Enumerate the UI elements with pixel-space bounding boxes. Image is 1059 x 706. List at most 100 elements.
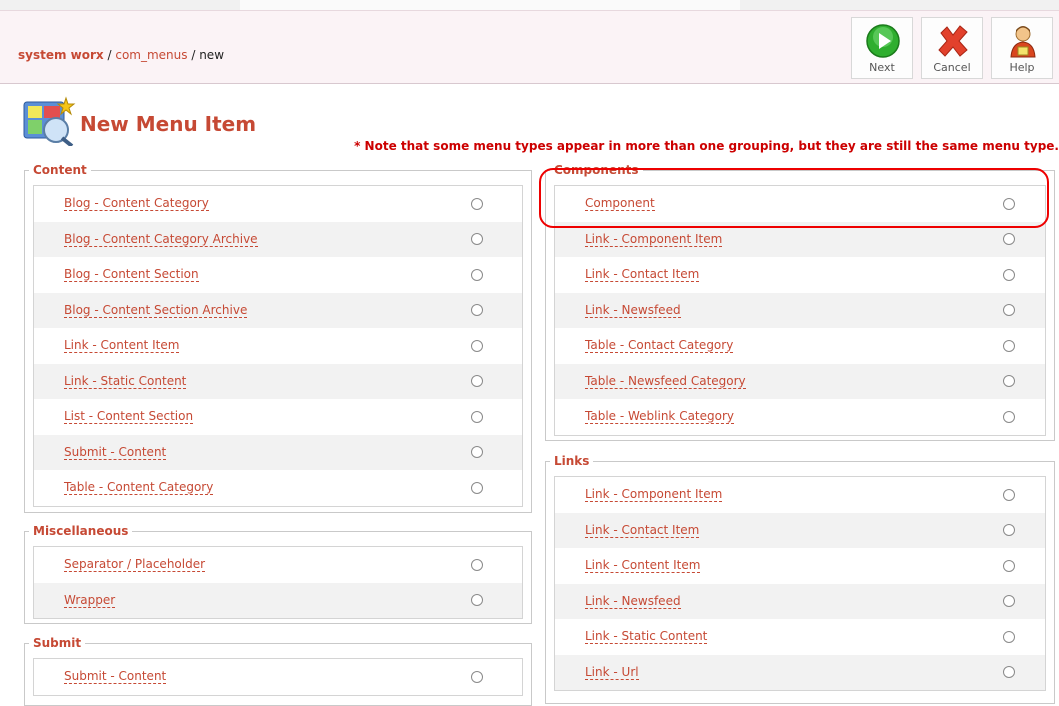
menu-type-radio[interactable] xyxy=(471,558,483,571)
top-strip xyxy=(0,0,1059,10)
menu-type-radio[interactable] xyxy=(1003,197,1015,210)
menu-type-label[interactable]: Link - Content Item xyxy=(64,338,180,354)
menu-type-label[interactable]: Link - Component Item xyxy=(585,487,723,503)
menu-type-radio[interactable] xyxy=(1003,630,1015,643)
menu-type-radio[interactable] xyxy=(471,304,483,317)
menu-type-label[interactable]: Link - Url xyxy=(585,665,639,680)
menu-type-label[interactable]: Table - Weblink Category xyxy=(585,409,735,425)
menu-type-row[interactable]: Link - Newsfeed xyxy=(555,292,1045,328)
breadcrumb-component[interactable]: com_menus xyxy=(115,48,187,62)
breadcrumb-site[interactable]: system worx xyxy=(18,48,104,62)
cancel-label: Cancel xyxy=(933,61,971,74)
next-icon xyxy=(866,24,900,58)
group-content: Content Blog - Content Category Blog - C… xyxy=(24,163,532,513)
menu-type-radio[interactable] xyxy=(471,268,483,281)
menu-type-row[interactable]: Link - Contact Item xyxy=(555,512,1045,548)
group-miscellaneous-list: Separator / Placeholder Wrapper xyxy=(33,546,523,619)
menu-type-radio[interactable] xyxy=(1003,339,1015,352)
menu-type-label[interactable]: Separator / Placeholder xyxy=(64,557,206,573)
menu-type-row[interactable]: Link - Newsfeed xyxy=(555,583,1045,619)
help-label: Help xyxy=(1009,61,1035,74)
menu-type-radio[interactable] xyxy=(471,594,483,607)
menu-type-label[interactable]: Blog - Content Section Archive xyxy=(64,303,248,318)
menu-type-label[interactable]: Table - Content Category xyxy=(64,480,214,496)
menu-type-radio[interactable] xyxy=(471,197,483,210)
menu-type-radio[interactable] xyxy=(471,670,483,683)
group-miscellaneous-legend: Miscellaneous xyxy=(33,524,129,538)
menu-type-radio[interactable] xyxy=(471,410,483,423)
group-submit-list: Submit - Content xyxy=(33,658,523,696)
menu-type-radio[interactable] xyxy=(1003,233,1015,246)
menu-type-row[interactable]: Link - Url xyxy=(555,654,1045,690)
menu-type-row[interactable]: Link - Component Item xyxy=(555,221,1045,257)
menu-type-row[interactable]: Table - Content Category xyxy=(34,470,522,506)
breadcrumb: system worx / com_menus / new xyxy=(18,48,224,62)
menu-type-row[interactable]: Link - Contact Item xyxy=(555,257,1045,293)
header-toolbar: system worx / com_menus / new Next Cance… xyxy=(0,10,1059,84)
next-button[interactable]: Next xyxy=(851,17,913,79)
menu-type-row[interactable]: Blog - Content Category Archive xyxy=(34,221,522,257)
menu-type-radio[interactable] xyxy=(1003,410,1015,423)
menu-type-label[interactable]: Link - Static Content xyxy=(585,629,708,645)
menu-type-row[interactable]: List - Content Section xyxy=(34,399,522,435)
menu-type-label[interactable]: Link - Newsfeed xyxy=(585,594,681,609)
menu-type-row[interactable]: Blog - Content Category xyxy=(34,186,522,222)
menu-type-row[interactable]: Blog - Content Section Archive xyxy=(34,292,522,328)
menu-type-radio[interactable] xyxy=(471,446,483,459)
menu-type-label[interactable]: Submit - Content xyxy=(64,445,167,460)
menu-type-label[interactable]: List - Content Section xyxy=(64,409,194,425)
group-links: Links Link - Component Item Link - Conta… xyxy=(545,454,1055,704)
group-content-legend: Content xyxy=(33,163,87,177)
menu-type-label[interactable]: Link - Content Item xyxy=(585,558,701,574)
next-label: Next xyxy=(869,61,895,74)
menu-type-radio[interactable] xyxy=(1003,559,1015,572)
menu-type-label[interactable]: Table - Newsfeed Category xyxy=(585,374,746,389)
group-components-list: Component Link - Component Item Link - C… xyxy=(554,185,1046,436)
menu-type-label[interactable]: Link - Contact Item xyxy=(585,267,700,283)
menu-type-row[interactable]: Separator / Placeholder xyxy=(34,547,522,583)
menu-type-radio[interactable] xyxy=(471,339,483,352)
menu-type-label[interactable]: Table - Contact Category xyxy=(585,338,734,354)
menu-type-radio[interactable] xyxy=(1003,524,1015,537)
menu-type-label[interactable]: Blog - Content Category Archive xyxy=(64,232,258,247)
menu-type-radio[interactable] xyxy=(471,375,483,388)
menu-type-row[interactable]: Submit - Content xyxy=(34,659,522,695)
menu-type-radio[interactable] xyxy=(1003,666,1015,679)
breadcrumb-action: new xyxy=(199,48,225,62)
menu-type-label[interactable]: Component xyxy=(585,196,655,212)
menu-type-row[interactable]: Component xyxy=(555,186,1045,222)
menu-type-row[interactable]: Link - Content Item xyxy=(34,328,522,364)
menu-type-label[interactable]: Submit - Content xyxy=(64,669,167,685)
menu-type-label[interactable]: Blog - Content Category xyxy=(64,196,209,212)
menu-type-label[interactable]: Link - Component Item xyxy=(585,232,723,247)
group-links-list: Link - Component Item Link - Contact Ite… xyxy=(554,476,1046,691)
menu-type-label[interactable]: Link - Newsfeed xyxy=(585,303,681,318)
cancel-button[interactable]: Cancel xyxy=(921,17,983,79)
menu-type-radio[interactable] xyxy=(471,233,483,246)
menu-type-radio[interactable] xyxy=(1003,304,1015,317)
menu-type-row[interactable]: Link - Static Content xyxy=(555,619,1045,655)
menu-type-row[interactable]: Table - Contact Category xyxy=(555,328,1045,364)
menu-type-row[interactable]: Link - Content Item xyxy=(555,548,1045,584)
menu-type-row[interactable]: Link - Component Item xyxy=(555,477,1045,513)
menu-type-label[interactable]: Blog - Content Section xyxy=(64,267,199,283)
menu-type-radio[interactable] xyxy=(1003,488,1015,501)
group-submit: Submit Submit - Content xyxy=(24,636,532,706)
menu-type-row[interactable]: Table - Newsfeed Category xyxy=(555,363,1045,399)
menu-type-row[interactable]: Wrapper xyxy=(34,582,522,618)
menu-type-row[interactable]: Blog - Content Section xyxy=(34,257,522,293)
page-title: New Menu Item xyxy=(80,112,257,136)
top-tab xyxy=(240,0,740,10)
menu-type-row[interactable]: Submit - Content xyxy=(34,434,522,470)
menu-type-label[interactable]: Link - Contact Item xyxy=(585,523,700,538)
menu-type-radio[interactable] xyxy=(1003,268,1015,281)
menu-type-radio[interactable] xyxy=(1003,595,1015,608)
group-components: Components Component Link - Component It… xyxy=(545,163,1055,441)
help-button[interactable]: Help xyxy=(991,17,1053,79)
menu-type-label[interactable]: Wrapper xyxy=(64,593,116,608)
menu-type-label[interactable]: Link - Static Content xyxy=(64,374,187,389)
menu-type-radio[interactable] xyxy=(471,481,483,494)
menu-type-radio[interactable] xyxy=(1003,375,1015,388)
menu-type-row[interactable]: Table - Weblink Category xyxy=(555,399,1045,435)
menu-type-row[interactable]: Link - Static Content xyxy=(34,363,522,399)
